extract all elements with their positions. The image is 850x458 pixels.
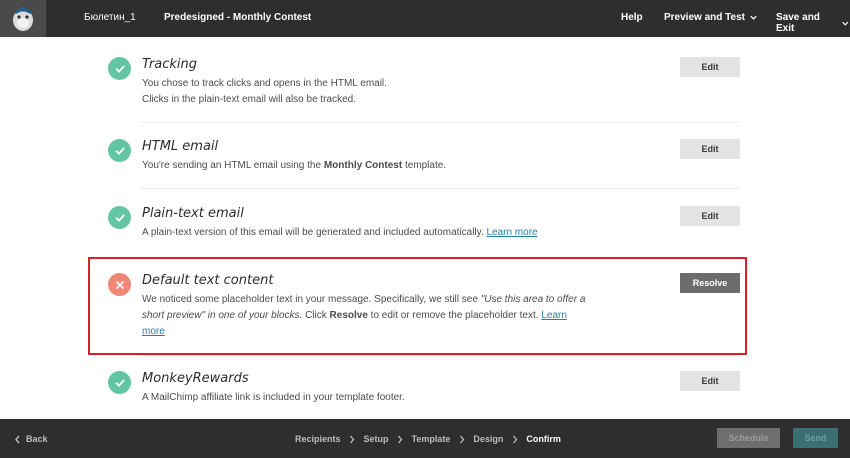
error-highlight-box (88, 257, 747, 355)
help-label: Help (621, 12, 643, 23)
item-description: You chose to track clicks and opens in t… (142, 76, 602, 108)
item-description: A plain-text version of this email will … (142, 225, 602, 241)
description-text: You're sending an HTML email using the (142, 160, 324, 171)
description-text: template. (402, 160, 447, 171)
chevron-down-icon (842, 21, 849, 26)
edit-monkeyrewards-button[interactable]: Edit (680, 371, 740, 391)
description-text: A plain-text version of this email will … (142, 227, 487, 238)
checkmark-icon (108, 371, 131, 394)
edit-html-email-button[interactable]: Edit (680, 139, 740, 159)
edit-plain-text-button[interactable]: Edit (680, 206, 740, 226)
chevron-right-icon (503, 435, 526, 444)
schedule-button[interactable]: Schedule (717, 428, 780, 448)
description-line: You chose to track clicks and opens in t… (142, 78, 387, 89)
bottom-bar: Back Recipients Setup Template Design Co… (0, 419, 850, 458)
item-title: HTML email (142, 139, 219, 154)
step-recipients[interactable]: Recipients (295, 434, 341, 444)
save-exit-label: Save and Exit (776, 12, 820, 34)
item-title: Plain-text email (142, 206, 244, 221)
step-setup[interactable]: Setup (364, 434, 389, 444)
progress-steps: Recipients Setup Template Design Confirm (295, 434, 561, 444)
item-title: Tracking (142, 57, 198, 72)
help-link[interactable]: Help (621, 12, 643, 23)
chevron-down-icon (750, 15, 757, 20)
save-and-exit-menu[interactable]: Save and Exit (776, 12, 850, 34)
step-template[interactable]: Template (412, 434, 451, 444)
item-description: A MailChimp affiliate link is included i… (142, 392, 405, 403)
step-confirm[interactable]: Confirm (526, 434, 561, 444)
campaign-name: Бюлетин_1 (84, 12, 136, 23)
learn-more-link[interactable]: Learn more (486, 227, 537, 238)
item-description: You're sending an HTML email using the M… (142, 158, 602, 174)
preview-and-test-menu[interactable]: Preview and Test (664, 12, 758, 23)
checkmark-icon (108, 206, 131, 229)
checkmark-icon (108, 57, 131, 80)
campaign-title: Predesigned - Monthly Contest (164, 12, 312, 23)
item-title: MonkeyRewards (142, 371, 249, 386)
chevron-right-icon (389, 435, 412, 444)
divider (140, 355, 740, 356)
preview-label: Preview and Test (664, 12, 745, 23)
step-design[interactable]: Design (473, 434, 503, 444)
divider (140, 122, 740, 123)
chevron-right-icon (450, 435, 473, 444)
mailchimp-logo-icon[interactable] (0, 0, 46, 37)
divider (140, 188, 740, 189)
chevron-right-icon (341, 435, 364, 444)
template-name: Monthly Contest (323, 160, 403, 171)
description-line: Clicks in the plain-text email will also… (142, 94, 356, 105)
chevron-left-icon (15, 435, 20, 443)
edit-tracking-button[interactable]: Edit (680, 57, 740, 77)
checkmark-icon (108, 139, 131, 162)
send-button[interactable]: Send (793, 428, 838, 448)
back-button[interactable]: Back (14, 434, 48, 444)
back-label: Back (26, 434, 48, 444)
checklist: Tracking You chose to track clicks and o… (0, 37, 850, 419)
top-bar: Бюлетин_1 Predesigned - Monthly Contest … (0, 0, 850, 37)
